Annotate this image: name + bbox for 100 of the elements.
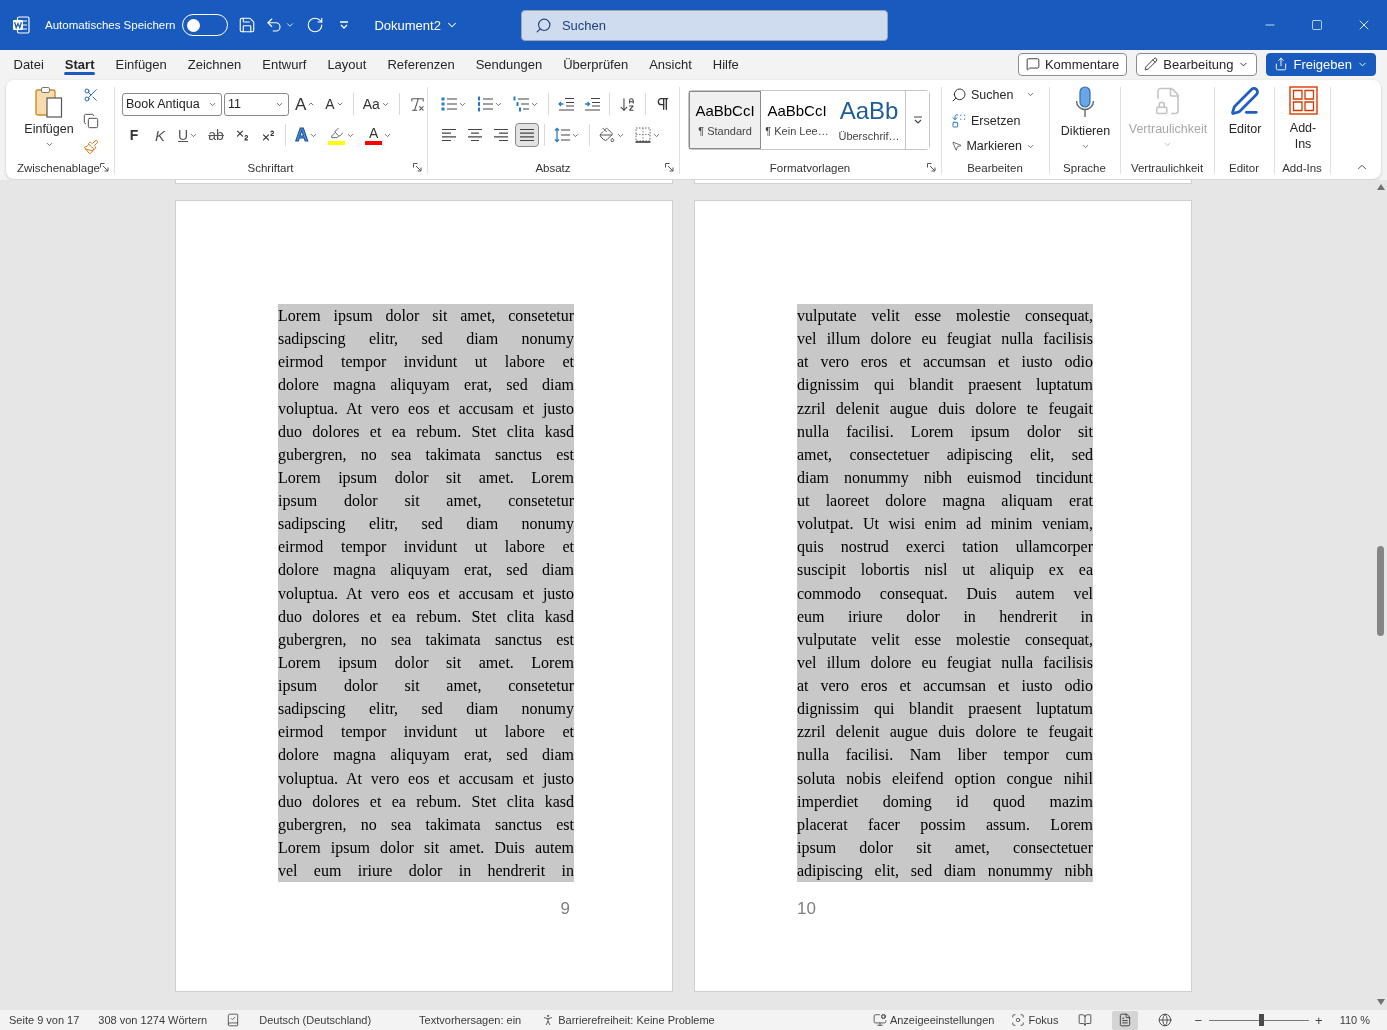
ribbon-tab[interactable]: Ansicht bbox=[638, 50, 703, 78]
customize-caret-icon bbox=[339, 21, 350, 29]
font-family-dropdown[interactable]: Book Antiqua bbox=[122, 92, 222, 116]
search-icon bbox=[951, 86, 967, 103]
display-settings-button[interactable]: Anzeigeeinstellungen bbox=[872, 1011, 995, 1029]
scrollbar-thumb[interactable] bbox=[1377, 546, 1384, 636]
page-count[interactable]: Seite 9 von 17 bbox=[9, 1014, 80, 1026]
grow-font-button[interactable]: A bbox=[291, 92, 320, 116]
dictate-button[interactable]: Diktieren bbox=[1056, 80, 1115, 159]
italic-button[interactable]: K bbox=[148, 123, 172, 147]
decrease-indent-icon bbox=[558, 96, 574, 112]
clear-formatting-icon bbox=[408, 95, 426, 113]
pen-icon bbox=[1230, 86, 1260, 116]
subscript-icon bbox=[234, 127, 250, 143]
zoom-level[interactable]: 110 % bbox=[1339, 1014, 1370, 1026]
scroll-down-arrow-icon[interactable] bbox=[1376, 999, 1385, 1005]
paint-bucket-icon bbox=[599, 127, 615, 143]
align-center-icon bbox=[467, 127, 483, 143]
caret-down-icon bbox=[335, 100, 344, 108]
dialog-launcher-icon[interactable] bbox=[100, 163, 109, 172]
redo-icon bbox=[306, 16, 325, 34]
microphone-icon bbox=[1075, 86, 1096, 118]
comments-button[interactable]: Kommentare bbox=[1017, 52, 1128, 76]
ribbon-tab[interactable]: Datei bbox=[3, 50, 55, 78]
ribbon-tab[interactable]: Überprüfen bbox=[552, 50, 639, 78]
text-effects-button[interactable]: A bbox=[291, 123, 323, 147]
strikethrough-button[interactable]: ab bbox=[204, 123, 229, 147]
editor-button[interactable]: Editor bbox=[1224, 80, 1266, 159]
align-left-icon bbox=[441, 127, 457, 143]
ribbon-tab[interactable]: Zeichnen bbox=[177, 50, 252, 78]
caret-icon bbox=[285, 20, 296, 30]
zoom-in-button[interactable]: + bbox=[1313, 1013, 1325, 1027]
underline-button[interactable]: U bbox=[174, 123, 203, 147]
document-name-button[interactable]: Dokument2 bbox=[374, 10, 459, 40]
body-text: Lorem ipsum dolor sit amet, consetetur sadipscing elitr, sed diam nonumy eirmod tempor invidunt ut labore et dolore magna aliquyam erat, sed diam voluptua. At vero eos et accusam et justo duo dolores et ea rebum. Stet clita kasd gubergren, no sea takimata sanctus est Lorem ipsum dolor sit amet. Lorem ipsum dolor sit amet, consetetur sadipscing elitr, sed diam nonumy eirmod tempor invidunt ut labore et dolore magna aliquyam erat, sed diam voluptua. At vero eos et accusam et justo duo dolores et ea rebum. Stet clita kasd gubergren, no sea takimata sanctus est Lorem ipsum dolor sit amet. Lorem ipsum dolor sit amet, consetetur sadipscing elitr, sed diam nonumy eirmod tempor invidunt ut labore et dolore magna aliquyam erat, sed diam voluptua. At vero eos et accusam et justo duo dolores et ea rebum. Stet clita kasd gubergren, no sea takimata sanctus est Lorem ipsum dolor sit amet. Duis autem vel eum iriure dolor in hendrerit in bbox=[278, 304, 574, 883]
dialog-launcher-icon[interactable] bbox=[665, 163, 674, 172]
clipboard-icon bbox=[35, 86, 63, 118]
word-count[interactable]: 308 von 1274 Wörtern bbox=[98, 1014, 208, 1026]
paintbrush-icon bbox=[83, 139, 99, 155]
group-label: Add-Ins bbox=[1282, 161, 1322, 174]
replace-button[interactable]: Ersetzen bbox=[947, 107, 1041, 134]
group-label: Zwischenablage bbox=[16, 161, 100, 174]
scroll-up-arrow-icon[interactable] bbox=[1376, 184, 1385, 190]
ribbon-tab[interactable]: Hilfe bbox=[702, 50, 750, 78]
word-logo-icon[interactable] bbox=[12, 16, 30, 34]
change-case-button[interactable]: Aa bbox=[358, 92, 394, 116]
ribbon-tab[interactable]: Referenzen bbox=[376, 50, 466, 78]
book-check-icon[interactable] bbox=[226, 1013, 241, 1027]
dialog-launcher-icon[interactable] bbox=[413, 163, 422, 172]
pilcrow-icon bbox=[655, 96, 671, 112]
search-icon bbox=[534, 16, 552, 34]
focus-button[interactable]: Fokus bbox=[1011, 1011, 1059, 1029]
borders-icon bbox=[635, 127, 651, 143]
justify-button[interactable] bbox=[515, 123, 539, 147]
ribbon-tab[interactable]: Start bbox=[54, 50, 105, 78]
comment-icon bbox=[1025, 57, 1040, 71]
page-icon bbox=[1118, 1013, 1133, 1027]
globe-icon bbox=[1158, 1013, 1173, 1027]
zoom-out-button[interactable]: − bbox=[1192, 1013, 1205, 1027]
slider-thumb[interactable] bbox=[1258, 1014, 1264, 1026]
autosave-label: Automatisches Speichern bbox=[45, 19, 176, 31]
group-label: Bearbeiten bbox=[967, 161, 1023, 174]
caret-up-icon bbox=[307, 100, 316, 108]
accessibility-status[interactable]: Barrierefreiheit: Keine Probleme bbox=[541, 1011, 715, 1029]
save-icon bbox=[238, 16, 257, 34]
highlighter-icon bbox=[329, 125, 344, 140]
text-predictions-status[interactable]: Textvorhersagen: ein bbox=[419, 1014, 522, 1026]
justify-icon bbox=[519, 127, 535, 143]
dialog-launcher-icon[interactable] bbox=[927, 163, 936, 172]
scissors-icon bbox=[83, 87, 99, 103]
ribbon-tab[interactable]: Einfügen bbox=[105, 50, 178, 78]
add-ins-button[interactable]: Add-Ins bbox=[1282, 80, 1324, 159]
caret-icon bbox=[44, 140, 54, 149]
language-label[interactable]: Deutsch (Deutschland) bbox=[259, 1014, 372, 1026]
editing-mode-button[interactable]: Bearbeitung bbox=[1136, 52, 1258, 76]
font-size-dropdown[interactable]: 11 bbox=[224, 92, 289, 116]
paste-button[interactable]: Einfügen bbox=[19, 80, 79, 159]
body-text: vulputate velit esse molestie consequat, vel illum dolore eu feugiat nulla facilisis at vero eros et accumsan et iusto odio dignissim qui blandit praesent luptatum zzril delenit augue duis dolore te feugait nulla facilisi. Lorem ipsum dolor sit amet, consectetuer adipiscing elit, sed diam nonummy nibh euismod tincidunt ut laoreet dolore magna aliquam erat volutpat. Ut wisi enim ad minim veniam, quis nostrud exerci tation ullamcorper suscipit lobortis nisl ut aliquip ex ea commodo consequat. Duis autem vel eum iriure dolor in hendrerit in vulputate velit esse molestie consequat, vel illum dolore eu feugiat nulla facilisis at vero eros et accumsan et iusto odio dignissim qui blandit praesent luptatum zzril delenit augue duis dolore te feugait nulla facilisi. Nam liber tempor cum soluta nobis eleifend option congue nihil imperdiet doming id quod mazim placerat facer possim assum. Lorem ipsum dolor sit amet, consectetuer adipiscing elit, sed diam nonummy nibh bbox=[797, 304, 1093, 883]
select-button[interactable]: Markieren bbox=[947, 133, 1041, 159]
search-field[interactable]: Suchen bbox=[520, 9, 888, 41]
line-spacing-icon bbox=[554, 127, 570, 143]
group-label: Sprache bbox=[1063, 161, 1106, 174]
share-button[interactable]: Freigeben bbox=[1266, 52, 1376, 76]
view-button[interactable] bbox=[1112, 1010, 1139, 1030]
find-button[interactable]: Suchen bbox=[947, 82, 1041, 108]
bold-button[interactable]: F bbox=[122, 123, 146, 147]
ribbon-tab[interactable]: Layout bbox=[316, 50, 377, 78]
focus-icon bbox=[1011, 1013, 1026, 1027]
shrink-font-button[interactable]: A bbox=[321, 92, 348, 116]
group-label: Editor bbox=[1228, 161, 1259, 174]
style-option[interactable]: AaBbCcI ¶ Standard bbox=[689, 91, 761, 149]
page-number: 10 bbox=[797, 899, 817, 920]
bullets-icon bbox=[441, 96, 457, 112]
caret-icon bbox=[1081, 142, 1090, 151]
font-color-button[interactable]: A bbox=[361, 123, 397, 147]
ribbon-tab[interactable]: Sendungen bbox=[465, 50, 553, 78]
copy-icon bbox=[83, 113, 99, 129]
more-caret-icon bbox=[912, 116, 923, 124]
group-label: Formatvorlagen bbox=[769, 161, 851, 174]
ribbon-tab[interactable]: Entwurf bbox=[251, 50, 317, 78]
